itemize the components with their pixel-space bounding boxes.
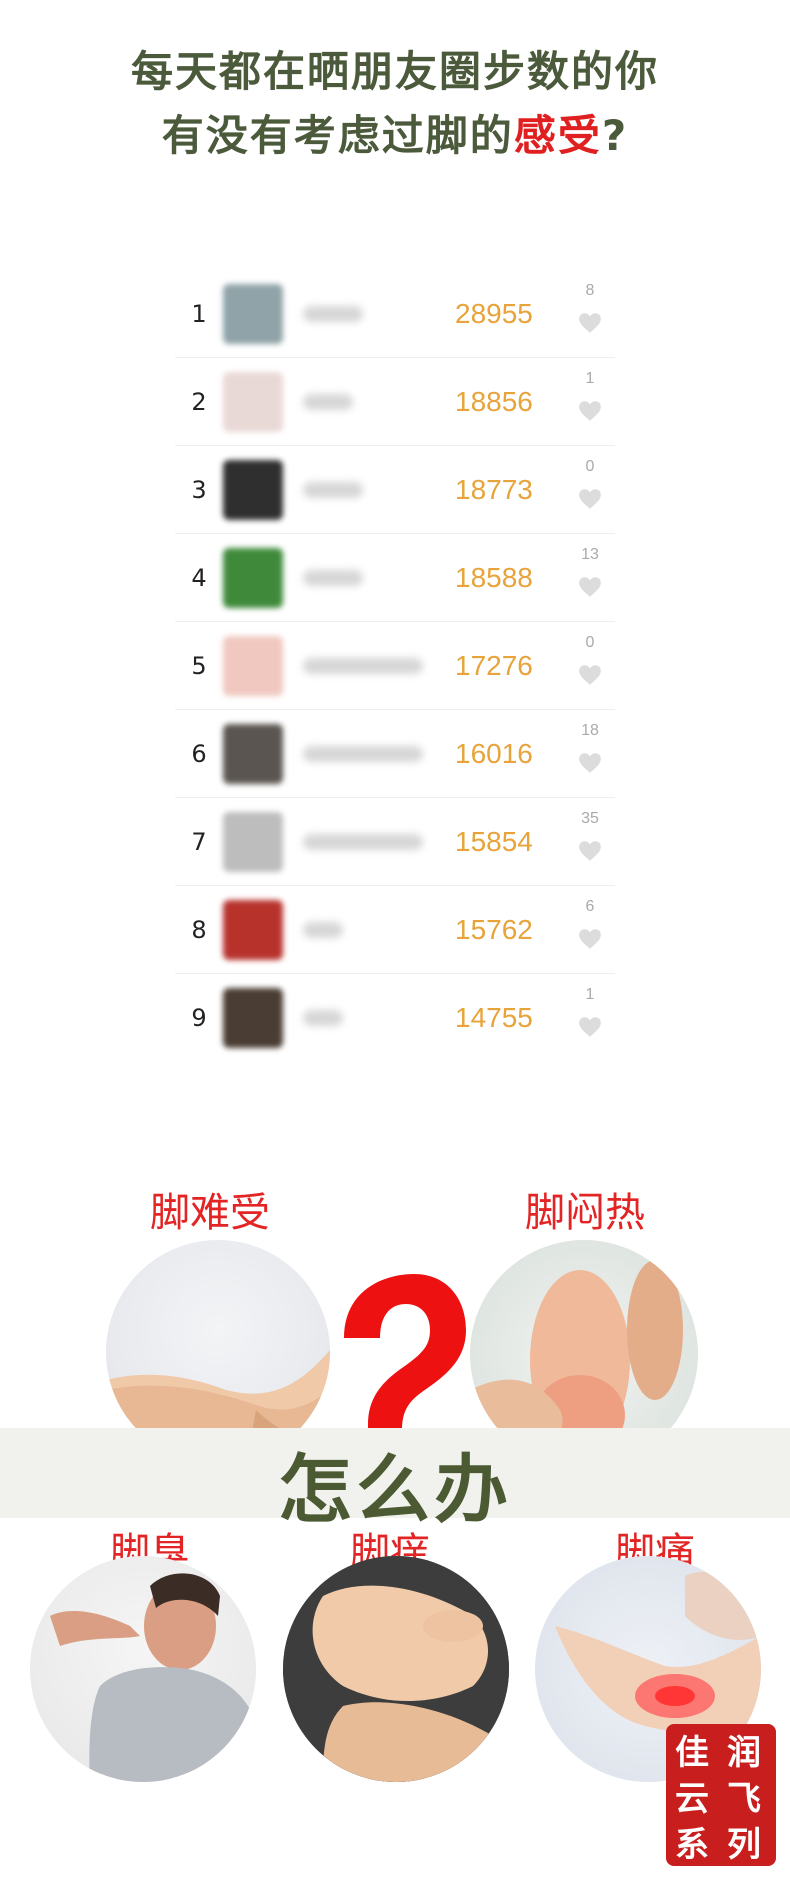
step-ranking-list: 1 28955 8 2 18856 1 3 18773 0 4 18588 13 5 17276 0 6 160… xyxy=(175,270,615,1062)
title-line-2: 有没有考虑过脚的感受? xyxy=(0,104,790,168)
foot-itchy-image xyxy=(283,1556,509,1782)
step-count: 17276 xyxy=(455,650,533,681)
foot-smelly-image xyxy=(30,1556,256,1782)
rank-number: 9 xyxy=(191,1004,207,1032)
heart-icon[interactable] xyxy=(577,1014,603,1040)
ranking-row: 3 18773 0 xyxy=(175,446,615,534)
title-line-2-text: 有没有考虑过脚的 xyxy=(161,111,514,160)
avatar xyxy=(223,812,283,872)
seal-char: 系 xyxy=(675,1825,709,1865)
blurred-username xyxy=(303,834,423,850)
step-count: 15762 xyxy=(455,914,533,945)
step-count: 15854 xyxy=(455,826,533,857)
page-title: 每天都在晒朋友圈步数的你 有没有考虑过脚的感受? xyxy=(0,40,790,168)
blurred-username xyxy=(303,746,423,762)
label-foot-uncomfortable: 脚难受 xyxy=(150,1190,270,1236)
heart-icon[interactable] xyxy=(577,926,603,952)
step-count: 28955 xyxy=(455,298,533,329)
rank-number: 1 xyxy=(191,300,207,328)
step-count: 18588 xyxy=(455,562,533,593)
heart-icon[interactable] xyxy=(577,574,603,600)
ranking-row: 7 15854 35 xyxy=(175,798,615,886)
ranking-row: 4 18588 13 xyxy=(175,534,615,622)
rank-number: 5 xyxy=(191,652,207,680)
brand-seal-stamp: 佳 云 系 润 飞 列 xyxy=(666,1724,776,1866)
label-foot-stuffy: 脚闷热 xyxy=(525,1190,645,1236)
heart-icon[interactable] xyxy=(577,662,603,688)
avatar xyxy=(223,284,283,344)
seal-char: 润 xyxy=(727,1733,761,1773)
like-count: 0 xyxy=(585,634,595,651)
avatar xyxy=(223,548,283,608)
blurred-username xyxy=(303,306,363,322)
blurred-username xyxy=(303,1010,343,1026)
like-count: 13 xyxy=(581,546,599,563)
rank-number: 3 xyxy=(191,476,207,504)
avatar xyxy=(223,988,283,1048)
heart-icon[interactable] xyxy=(577,398,603,424)
seal-char: 云 xyxy=(675,1779,709,1819)
title-question-mark: ? xyxy=(601,111,629,160)
blurred-username xyxy=(303,482,363,498)
step-count: 16016 xyxy=(455,738,533,769)
rank-number: 4 xyxy=(191,564,207,592)
heart-icon[interactable] xyxy=(577,750,603,776)
ranking-row: 1 28955 8 xyxy=(175,270,615,358)
like-count: 6 xyxy=(585,898,595,915)
avatar xyxy=(223,636,283,696)
blurred-username xyxy=(303,570,363,586)
avatar xyxy=(223,900,283,960)
avatar xyxy=(223,724,283,784)
seal-char: 列 xyxy=(727,1825,761,1865)
step-count: 14755 xyxy=(455,1002,533,1033)
title-line-1: 每天都在晒朋友圈步数的你 xyxy=(130,47,659,96)
ranking-row: 5 17276 0 xyxy=(175,622,615,710)
ranking-row: 9 14755 1 xyxy=(175,974,615,1062)
blurred-username xyxy=(303,922,343,938)
avatar xyxy=(223,460,283,520)
rank-number: 6 xyxy=(191,740,207,768)
ranking-row: 2 18856 1 xyxy=(175,358,615,446)
heart-icon[interactable] xyxy=(577,838,603,864)
ranking-row: 6 16016 18 xyxy=(175,710,615,798)
rank-number: 2 xyxy=(191,388,207,416)
like-count: 1 xyxy=(585,370,595,387)
seal-char: 飞 xyxy=(727,1779,761,1819)
blurred-username xyxy=(303,394,353,410)
step-count: 18773 xyxy=(455,474,533,505)
like-count: 1 xyxy=(585,986,595,1003)
blurred-username xyxy=(303,658,423,674)
avatar xyxy=(223,372,283,432)
like-count: 8 xyxy=(585,282,595,299)
ranking-row: 8 15762 6 xyxy=(175,886,615,974)
rank-number: 8 xyxy=(191,916,207,944)
heart-icon[interactable] xyxy=(577,486,603,512)
like-count: 0 xyxy=(585,458,595,475)
title-highlight: 感受 xyxy=(513,111,602,160)
heart-icon[interactable] xyxy=(577,310,603,336)
seal-char: 佳 xyxy=(675,1733,709,1773)
rank-number: 7 xyxy=(191,828,207,856)
like-count: 35 xyxy=(581,810,599,827)
like-count: 18 xyxy=(581,722,599,739)
step-count: 18856 xyxy=(455,386,533,417)
